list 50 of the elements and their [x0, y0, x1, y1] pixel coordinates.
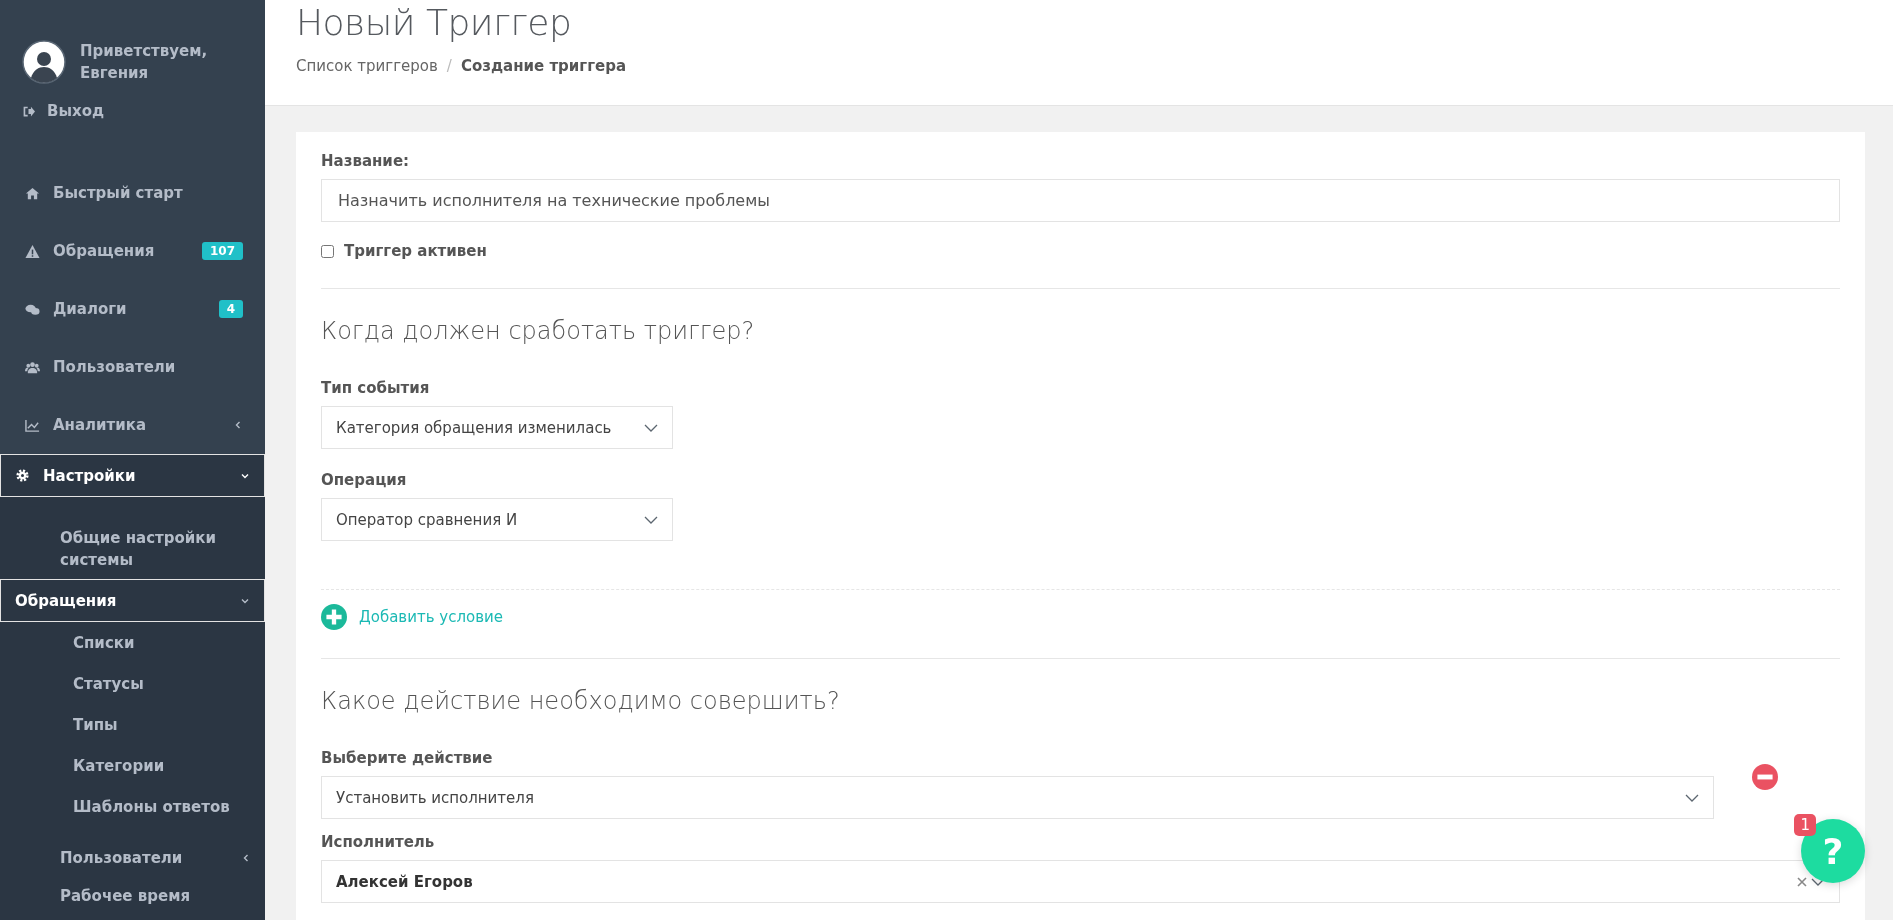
- field-label: Исполнитель: [321, 833, 435, 851]
- submenu-item[interactable]: Рабочее время: [0, 877, 265, 915]
- chevron-down-icon: [644, 514, 658, 525]
- warning-icon: [25, 243, 40, 259]
- submenu-item[interactable]: Обращения: [0, 579, 265, 622]
- event-type-select[interactable]: Категория обращения изменилась: [321, 406, 673, 449]
- submenu-item[interactable]: Статусы: [0, 663, 265, 704]
- name-input-field[interactable]: Назначить исполнителя на технические проблемы: [321, 179, 1840, 222]
- nav-item[interactable]: Аналитика: [0, 396, 265, 454]
- logout-icon: [22, 104, 35, 118]
- breadcrumb-item[interactable]: Список триггеров: [296, 57, 438, 75]
- nav-item[interactable]: Диалоги 4: [0, 280, 265, 338]
- submenu-item[interactable]: Шаблоны ответов: [0, 786, 265, 827]
- field-label: Операция: [321, 471, 407, 489]
- nav-item[interactable]: Обращения 107: [0, 222, 265, 280]
- chevron-down-icon: [644, 422, 658, 433]
- action-select[interactable]: Установить исполнителя: [321, 776, 1714, 819]
- logout-link[interactable]: Выход: [22, 102, 265, 120]
- clear-icon[interactable]: [1797, 876, 1807, 887]
- submenu-item[interactable]: Пользователи: [0, 839, 265, 877]
- nav-item[interactable]: Быстрый старт: [0, 164, 265, 222]
- submenu-item[interactable]: Типы: [0, 704, 265, 745]
- plus-circle-icon: [321, 604, 347, 630]
- greeting-text: Приветствуем, Евгения: [80, 41, 209, 84]
- section-heading: Когда должен сработать триггер?: [321, 317, 755, 345]
- nav-item[interactable]: Настройки: [0, 454, 265, 497]
- page-title: Новый Триггер: [296, 2, 573, 43]
- remove-icon[interactable]: [1752, 764, 1778, 790]
- field-label: Выберите действие: [321, 749, 493, 767]
- chart-icon: [25, 417, 40, 433]
- field-label: Тип события: [321, 379, 430, 397]
- chevron-down-icon: [1685, 792, 1699, 803]
- gear-icon: [15, 468, 30, 483]
- notification-badge: 1: [1794, 814, 1816, 836]
- count-badge: 4: [218, 300, 243, 318]
- section-heading: Какое действие необходимо совершить?: [321, 687, 840, 715]
- home-icon: [25, 185, 40, 201]
- field-label: Название:: [321, 152, 410, 170]
- nav-item[interactable]: Пользователи: [0, 338, 265, 396]
- avatar-icon: [22, 40, 66, 84]
- breadcrumb-separator: /: [446, 57, 452, 75]
- submenu-item[interactable]: Общие настройки системы: [0, 519, 265, 579]
- count-badge: 107: [201, 242, 243, 260]
- submenu-item[interactable]: Списки: [0, 622, 265, 663]
- checkbox-label: Триггер активен: [344, 242, 487, 260]
- breadcrumb-item: Создание триггера: [460, 57, 627, 75]
- submenu-item[interactable]: Категории: [0, 745, 265, 786]
- users-icon: [25, 359, 40, 375]
- operation-select[interactable]: Оператор сравнения И: [321, 498, 673, 541]
- active-checkbox[interactable]: [321, 244, 334, 258]
